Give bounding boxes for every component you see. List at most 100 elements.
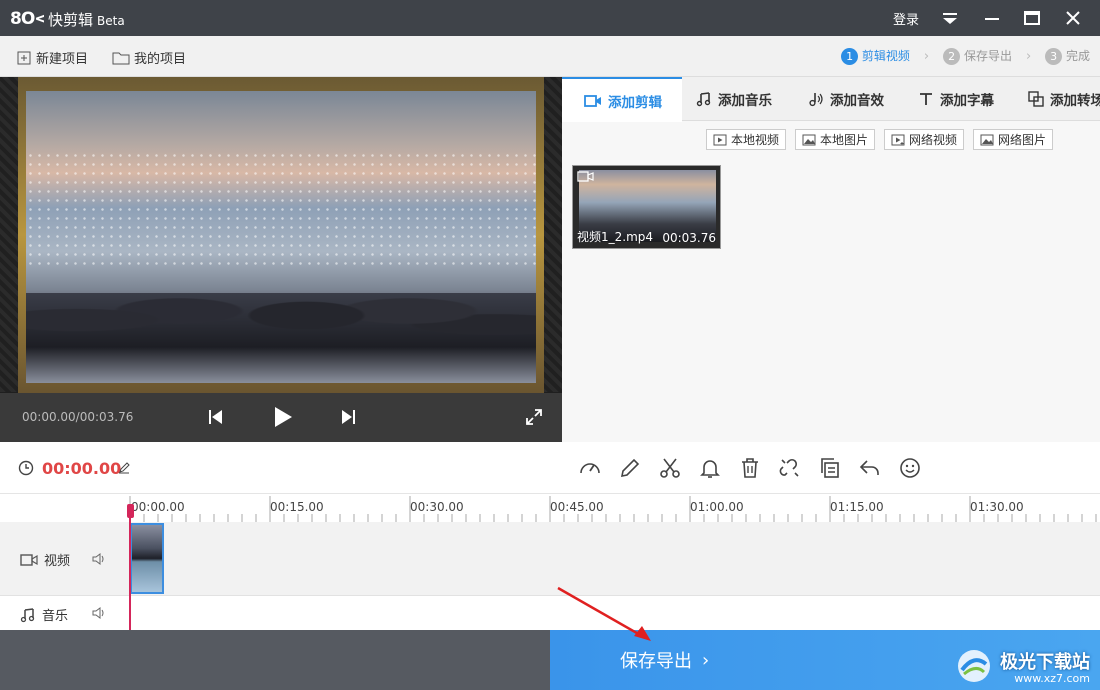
tab-add-subtitle-label: 添加字幕	[940, 93, 994, 109]
new-project-icon	[17, 51, 31, 64]
tab-bar: 添加剪辑 添加音乐 添加音效 添加字幕 添加转场	[562, 77, 1100, 122]
video-canvas[interactable]	[26, 91, 536, 383]
tab-add-transition[interactable]: 添加转场	[1028, 77, 1100, 121]
maximize-icon[interactable]	[1020, 6, 1044, 30]
tab-add-clip[interactable]: 添加剪辑	[562, 77, 682, 122]
edit-toolbar: 00:00.00	[0, 442, 1100, 494]
local-image-label: 本地图片	[820, 133, 869, 147]
svg-text:8O<: 8O<	[10, 9, 44, 28]
progress-steps: 1 剪辑视频 › 2 保存导出 › 3 完成	[841, 47, 1090, 65]
media-panel: 添加剪辑 添加音乐 添加音效 添加字幕 添加转场 本地视频 本地图片 网络视频 …	[562, 77, 1100, 442]
fireworks-sparkle	[26, 151, 536, 271]
red-arrow-annotation	[557, 586, 651, 641]
tab-add-subtitle[interactable]: 添加字幕	[918, 77, 994, 121]
unlink-icon[interactable]	[778, 456, 802, 480]
music-track-name: 音乐	[42, 609, 69, 624]
main-toolbar: 新建项目 我的项目 1 剪辑视频 › 2 保存导出 › 3 完成	[0, 36, 1100, 77]
music-note-icon	[696, 92, 711, 107]
chevron-right-icon: ›	[702, 649, 710, 671]
volume-icon[interactable]	[91, 606, 107, 620]
my-projects-button[interactable]: 我的项目	[112, 48, 186, 67]
crowd-silhouette	[26, 293, 536, 383]
pencil-icon[interactable]	[618, 456, 642, 480]
image-file-icon	[802, 134, 816, 145]
ruler-label: 00:15.00	[270, 500, 324, 514]
ruler-label: 01:00.00	[690, 500, 744, 514]
media-thumbnail[interactable]: 视频1_2.mp4 00:03.76	[572, 165, 721, 249]
web-image-icon	[980, 134, 994, 145]
ruler-label: 00:45.00	[550, 500, 604, 514]
app-title: 快剪辑 Beta	[48, 11, 125, 29]
media-filename: 视频1_2.mp4	[577, 230, 654, 244]
copy-icon[interactable]	[818, 456, 842, 480]
skip-back-icon[interactable]	[206, 407, 226, 427]
web-video-icon	[891, 134, 905, 145]
folder-icon	[112, 52, 130, 64]
delete-icon[interactable]	[738, 456, 762, 480]
footer-bar: 保存导出 › 极光下载站 www.xz7.com	[0, 586, 1100, 690]
playhead[interactable]	[129, 506, 131, 630]
skip-forward-icon[interactable]	[338, 407, 358, 427]
ruler-label: 00:30.00	[410, 500, 464, 514]
preview-border-left	[0, 77, 20, 392]
source-buttons: 本地视频 本地图片 网络视频 网络图片	[706, 129, 1054, 150]
media-duration: 00:03.76	[662, 231, 716, 245]
step-done: 3 完成	[1045, 47, 1090, 65]
local-video-button[interactable]: 本地视频	[706, 129, 787, 150]
timeline-ruler[interactable]: 00:00.00 00:15.00 00:30.00 00:45.00 01:0…	[0, 494, 1100, 522]
close-icon[interactable]	[1061, 6, 1085, 30]
undo-icon[interactable]	[858, 456, 882, 480]
scissors-icon[interactable]	[658, 456, 682, 480]
playhead-handle[interactable]	[127, 504, 134, 518]
watermark-url: www.xz7.com	[1014, 671, 1090, 685]
playback-time: 00:00.00/00:03.76	[22, 410, 134, 424]
new-project-button[interactable]: 新建项目	[16, 48, 88, 67]
tab-add-clip-label: 添加剪辑	[608, 94, 662, 111]
music-note-icon	[20, 607, 35, 622]
music-track-label: 音乐	[20, 605, 68, 624]
video-track[interactable]: 视频	[0, 522, 1100, 596]
watermark: 极光下载站 www.xz7.com	[954, 646, 1090, 686]
title-bar: 8O< 快剪辑 Beta 登录	[0, 0, 1100, 36]
speed-icon[interactable]	[578, 456, 602, 480]
video-clip[interactable]	[130, 523, 164, 594]
tab-add-sfx[interactable]: 添加音效	[806, 77, 884, 121]
step-edit-video: 1 剪辑视频	[841, 47, 910, 65]
play-icon[interactable]	[272, 405, 294, 429]
ruler-label: 01:30.00	[970, 500, 1024, 514]
video-preview-panel: 00:00.00/00:03.76	[0, 77, 562, 442]
player-controls: 00:00.00/00:03.76	[0, 393, 562, 442]
tab-add-sfx-label: 添加音效	[830, 93, 884, 109]
local-image-button[interactable]: 本地图片	[795, 129, 876, 150]
video-camera-icon	[584, 94, 601, 107]
tab-add-music[interactable]: 添加音乐	[696, 77, 772, 121]
app-logo: 8O<	[10, 8, 49, 33]
web-image-button[interactable]: 网络图片	[973, 129, 1054, 150]
dropdown-menu-icon[interactable]	[938, 6, 962, 30]
sticker-icon[interactable]	[898, 456, 922, 480]
web-video-button[interactable]: 网络视频	[884, 129, 965, 150]
volume-icon[interactable]	[91, 552, 107, 566]
text-icon	[920, 93, 932, 105]
my-projects-label: 我的项目	[134, 52, 187, 67]
step-save-export: 2 保存导出	[943, 47, 1012, 65]
clock-icon	[18, 460, 34, 476]
edit-time-icon[interactable]	[118, 462, 130, 474]
new-project-label: 新建项目	[36, 52, 89, 67]
save-export-label: 保存导出	[620, 651, 692, 672]
watermark-text: 极光下载站	[1000, 651, 1090, 673]
minimize-icon[interactable]	[980, 6, 1004, 30]
bell-icon[interactable]	[698, 456, 722, 480]
login-link[interactable]: 登录	[893, 9, 919, 28]
music-track[interactable]: 音乐	[0, 596, 1100, 630]
local-video-label: 本地视频	[731, 133, 780, 147]
preview-border-right	[542, 77, 562, 392]
video-file-icon	[713, 134, 727, 145]
video-camera-icon	[20, 553, 38, 566]
fullscreen-icon[interactable]	[524, 407, 544, 427]
tab-add-transition-label: 添加转场	[1050, 93, 1100, 109]
transition-icon	[1028, 91, 1044, 107]
chevron-right-icon: ›	[1025, 48, 1032, 64]
sound-effect-icon	[809, 93, 823, 107]
current-time: 00:00.00	[42, 459, 122, 478]
